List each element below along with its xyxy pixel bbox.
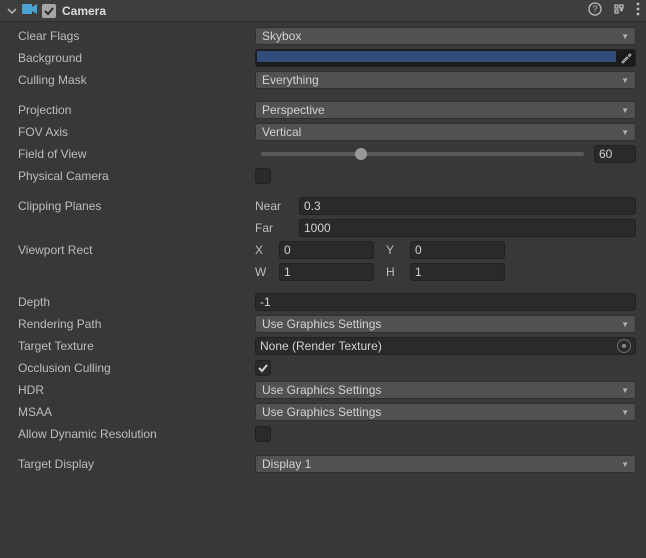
chevron-down-icon: ▼ [621, 128, 629, 137]
foldout-toggle[interactable] [6, 5, 18, 17]
occlusion-culling-label: Occlusion Culling [10, 361, 255, 375]
h-label: H [386, 265, 406, 279]
chevron-down-icon: ▼ [621, 76, 629, 85]
far-label: Far [255, 221, 295, 235]
dropdown-value: Skybox [262, 29, 621, 43]
clipping-planes-label: Clipping Planes [10, 199, 255, 213]
physical-camera-checkbox[interactable] [255, 168, 271, 184]
dropdown-value: Display 1 [262, 457, 621, 471]
w-field[interactable]: 1 [279, 263, 374, 281]
x-label: X [255, 243, 275, 257]
background-color-field[interactable] [255, 49, 636, 67]
dropdown-value: Vertical [262, 125, 621, 139]
fov-axis-label: FOV Axis [10, 125, 255, 139]
chevron-down-icon: ▼ [621, 386, 629, 395]
help-icon[interactable]: ? [588, 2, 602, 19]
projection-dropdown[interactable]: Perspective ▼ [255, 101, 636, 119]
camera-icon [22, 3, 38, 18]
menu-icon[interactable] [636, 2, 640, 19]
fov-label: Field of View [10, 147, 255, 161]
allow-dynamic-resolution-checkbox[interactable] [255, 426, 271, 442]
clear-flags-dropdown[interactable]: Skybox ▼ [255, 27, 636, 45]
checkmark-icon [257, 362, 269, 374]
occlusion-culling-checkbox[interactable] [255, 360, 271, 376]
depth-label: Depth [10, 295, 255, 309]
fov-value-field[interactable]: 60 [594, 145, 636, 163]
rendering-path-label: Rendering Path [10, 317, 255, 331]
target-display-dropdown[interactable]: Display 1 ▼ [255, 455, 636, 473]
dropdown-value: Perspective [262, 103, 621, 117]
chevron-down-icon: ▼ [621, 320, 629, 329]
h-field[interactable]: 1 [410, 263, 505, 281]
near-field[interactable]: 0.3 [299, 197, 636, 215]
culling-mask-label: Culling Mask [10, 73, 255, 87]
allow-dynamic-resolution-label: Allow Dynamic Resolution [10, 427, 255, 441]
y-field[interactable]: 0 [410, 241, 505, 259]
slider-thumb[interactable] [355, 148, 367, 160]
hdr-label: HDR [10, 383, 255, 397]
depth-field[interactable]: -1 [255, 293, 636, 311]
color-swatch [257, 51, 616, 62]
viewport-rect-label: Viewport Rect [10, 243, 255, 257]
component-title: Camera [62, 4, 588, 18]
chevron-down-icon: ▼ [621, 32, 629, 41]
svg-text:?: ? [592, 4, 597, 14]
dropdown-value: Use Graphics Settings [262, 317, 621, 331]
dropdown-value: Use Graphics Settings [262, 405, 621, 419]
target-texture-field[interactable]: None (Render Texture) [255, 337, 636, 355]
fov-slider[interactable] [261, 152, 584, 156]
target-texture-label: Target Texture [10, 339, 255, 353]
msaa-label: MSAA [10, 405, 255, 419]
object-value: None (Render Texture) [260, 339, 617, 353]
object-picker-icon[interactable] [617, 339, 631, 353]
x-field[interactable]: 0 [279, 241, 374, 259]
component-header: Camera ? [0, 0, 646, 22]
presets-icon[interactable] [612, 2, 626, 19]
rendering-path-dropdown[interactable]: Use Graphics Settings ▼ [255, 315, 636, 333]
chevron-down-icon [7, 6, 17, 16]
w-label: W [255, 265, 275, 279]
checkmark-icon [43, 5, 55, 17]
target-display-label: Target Display [10, 457, 255, 471]
chevron-down-icon: ▼ [621, 408, 629, 417]
eyedropper-icon[interactable] [617, 50, 635, 66]
dropdown-value: Everything [262, 73, 621, 87]
msaa-dropdown[interactable]: Use Graphics Settings ▼ [255, 403, 636, 421]
projection-label: Projection [10, 103, 255, 117]
background-label: Background [10, 51, 255, 65]
clear-flags-label: Clear Flags [10, 29, 255, 43]
physical-camera-label: Physical Camera [10, 169, 255, 183]
chevron-down-icon: ▼ [621, 106, 629, 115]
y-label: Y [386, 243, 406, 257]
enabled-checkbox[interactable] [42, 4, 56, 18]
far-field[interactable]: 1000 [299, 219, 636, 237]
hdr-dropdown[interactable]: Use Graphics Settings ▼ [255, 381, 636, 399]
near-label: Near [255, 199, 295, 213]
culling-mask-dropdown[interactable]: Everything ▼ [255, 71, 636, 89]
chevron-down-icon: ▼ [621, 460, 629, 469]
fov-axis-dropdown[interactable]: Vertical ▼ [255, 123, 636, 141]
dropdown-value: Use Graphics Settings [262, 383, 621, 397]
